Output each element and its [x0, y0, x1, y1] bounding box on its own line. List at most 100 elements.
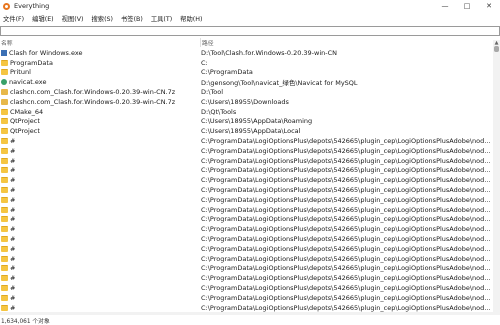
result-name-cell: clashcn.com_Clash.for.Windows-0.20.39-wi… [0, 88, 200, 96]
result-name-cell: # [0, 225, 200, 233]
result-name: QtProject [10, 117, 40, 126]
result-row[interactable]: # C:\ProgramData\LogiOptionsPlus\depots\5… [0, 156, 493, 166]
folder-icon [1, 275, 8, 282]
menu-view[interactable]: 视图(V) [59, 14, 89, 23]
result-name-cell: Pritunl [0, 68, 200, 76]
result-name-cell: # [0, 196, 200, 204]
result-path: C:\ProgramData [201, 68, 253, 77]
result-name-cell: # [0, 235, 200, 243]
menu-search[interactable]: 搜索(S) [88, 14, 118, 23]
result-row[interactable]: # C:\ProgramData\LogiOptionsPlus\depots\5… [0, 146, 493, 156]
result-row[interactable]: # C:\ProgramData\LogiOptionsPlus\depots\5… [0, 293, 493, 303]
result-name: clashcn.com_Clash.for.Windows-0.20.39-wi… [10, 97, 176, 106]
vertical-scrollbar[interactable]: ▲ [493, 40, 500, 312]
folder-icon [1, 255, 8, 262]
result-row[interactable]: # C:\ProgramData\LogiOptionsPlus\depots\5… [0, 136, 493, 146]
result-name-cell: # [0, 166, 200, 174]
result-row[interactable]: # C:\ProgramData\LogiOptionsPlus\depots\5… [0, 234, 493, 244]
result-name: # [10, 264, 16, 273]
result-name: # [10, 235, 16, 244]
result-row[interactable]: # C:\ProgramData\LogiOptionsPlus\depots\5… [0, 273, 493, 283]
folder-icon [1, 157, 8, 164]
minimize-button[interactable]: — [434, 0, 456, 12]
result-name-cell: QtProject [0, 127, 200, 135]
archive-icon [1, 98, 8, 105]
result-row[interactable]: # C:\ProgramData\LogiOptionsPlus\depots\5… [0, 244, 493, 254]
menu-bookmarks[interactable]: 书签(B) [118, 14, 148, 23]
column-header-path[interactable]: 路径 [200, 38, 500, 47]
result-path: C:\ProgramData\LogiOptionsPlus\depots\54… [201, 244, 493, 253]
menu-help[interactable]: 帮助(H) [177, 14, 207, 23]
result-path: C:\ProgramData\LogiOptionsPlus\depots\54… [201, 303, 493, 312]
column-header-name[interactable]: 名称 [0, 38, 200, 47]
folder-icon [1, 245, 8, 252]
result-row[interactable]: # C:\ProgramData\LogiOptionsPlus\depots\5… [0, 195, 493, 205]
folder-icon [1, 147, 8, 154]
result-name-cell: # [0, 294, 200, 302]
result-row[interactable]: navicat.exe D:\gensong\Tool\navicat_绿色\Na… [0, 77, 493, 87]
result-row[interactable]: # C:\ProgramData\LogiOptionsPlus\depots\5… [0, 254, 493, 264]
result-path: C:\ProgramData\LogiOptionsPlus\depots\54… [201, 254, 493, 263]
result-name: QtProject [10, 127, 40, 136]
result-name: CMake_64 [10, 107, 44, 116]
maximize-button[interactable]: □ [456, 0, 478, 12]
result-row[interactable]: # C:\ProgramData\LogiOptionsPlus\depots\5… [0, 175, 493, 185]
result-row[interactable]: Pritunl C:\ProgramData [0, 68, 493, 78]
folder-icon [1, 294, 8, 301]
result-row[interactable]: # C:\ProgramData\LogiOptionsPlus\depots\5… [0, 283, 493, 293]
folder-icon [1, 177, 8, 184]
result-name-cell: # [0, 176, 200, 184]
result-name: # [10, 293, 16, 302]
result-name: Pritunl [10, 68, 31, 77]
result-row[interactable]: clashcn.com_Clash.for.Windows-0.20.39-wi… [0, 97, 493, 107]
result-row[interactable]: # C:\ProgramData\LogiOptionsPlus\depots\5… [0, 166, 493, 176]
menu-tools[interactable]: 工具(T) [148, 14, 177, 23]
result-name: # [10, 284, 16, 293]
folder-icon [1, 118, 8, 125]
menu-file[interactable]: 文件(F) [0, 14, 29, 23]
result-row[interactable]: CMake_64 D:\Qt\Tools [0, 107, 493, 117]
folder-icon [1, 128, 8, 135]
result-path: D:\Qt\Tools [201, 107, 237, 116]
result-name: Clash for Windows.exe [9, 48, 83, 57]
result-name-cell: ProgramData [0, 59, 200, 67]
menu-edit[interactable]: 编辑(E) [29, 14, 59, 23]
everything-app-icon [3, 2, 10, 10]
archive-icon [1, 89, 8, 96]
result-name-cell: CMake_64 [0, 108, 200, 116]
folder-icon [1, 304, 8, 311]
folder-icon [1, 265, 8, 272]
window-controls: — □ ✕ [434, 0, 500, 12]
result-row[interactable]: # C:\ProgramData\LogiOptionsPlus\depots\5… [0, 303, 493, 312]
result-path: C:\ProgramData\LogiOptionsPlus\depots\54… [201, 176, 493, 185]
result-row[interactable]: QtProject C:\Users\18955\AppData\Roaming [0, 117, 493, 127]
result-name-cell: # [0, 264, 200, 272]
result-row[interactable]: clashcn.com_Clash.for.Windows-0.20.39-wi… [0, 87, 493, 97]
result-row[interactable]: # C:\ProgramData\LogiOptionsPlus\depots\5… [0, 185, 493, 195]
result-row[interactable]: # C:\ProgramData\LogiOptionsPlus\depots\5… [0, 264, 493, 274]
close-button[interactable]: ✕ [478, 0, 500, 12]
result-path: C:\ProgramData\LogiOptionsPlus\depots\54… [201, 195, 493, 204]
scroll-thumb[interactable] [494, 46, 499, 52]
result-name: # [10, 186, 16, 195]
result-name-cell: # [0, 147, 200, 155]
result-row[interactable]: # C:\ProgramData\LogiOptionsPlus\depots\5… [0, 205, 493, 215]
result-name: # [10, 274, 16, 283]
horizontal-scrollbar[interactable] [0, 312, 500, 315]
result-row[interactable]: # C:\ProgramData\LogiOptionsPlus\depots\5… [0, 215, 493, 225]
result-row[interactable]: QtProject C:\Users\18955\AppData\Local [0, 126, 493, 136]
result-path: C:\ProgramData\LogiOptionsPlus\depots\54… [201, 293, 493, 302]
search-input[interactable] [1, 28, 499, 36]
folder-icon [1, 285, 8, 292]
result-row[interactable]: Clash for Windows.exe D:\Tool\Clash.for.W… [0, 48, 493, 58]
result-row[interactable]: ProgramData C: [0, 58, 493, 68]
result-path: C: [201, 58, 208, 67]
result-row[interactable]: # C:\ProgramData\LogiOptionsPlus\depots\5… [0, 224, 493, 234]
folder-icon [1, 138, 8, 145]
status-bar: 1,634,061 个对象 [0, 316, 500, 325]
result-path: C:\ProgramData\LogiOptionsPlus\depots\54… [201, 156, 493, 165]
result-name-cell: QtProject [0, 117, 200, 125]
result-name: # [10, 303, 16, 312]
result-name-cell: clashcn.com_Clash.for.Windows-0.20.39-wi… [0, 98, 200, 106]
result-name-cell: # [0, 137, 200, 145]
